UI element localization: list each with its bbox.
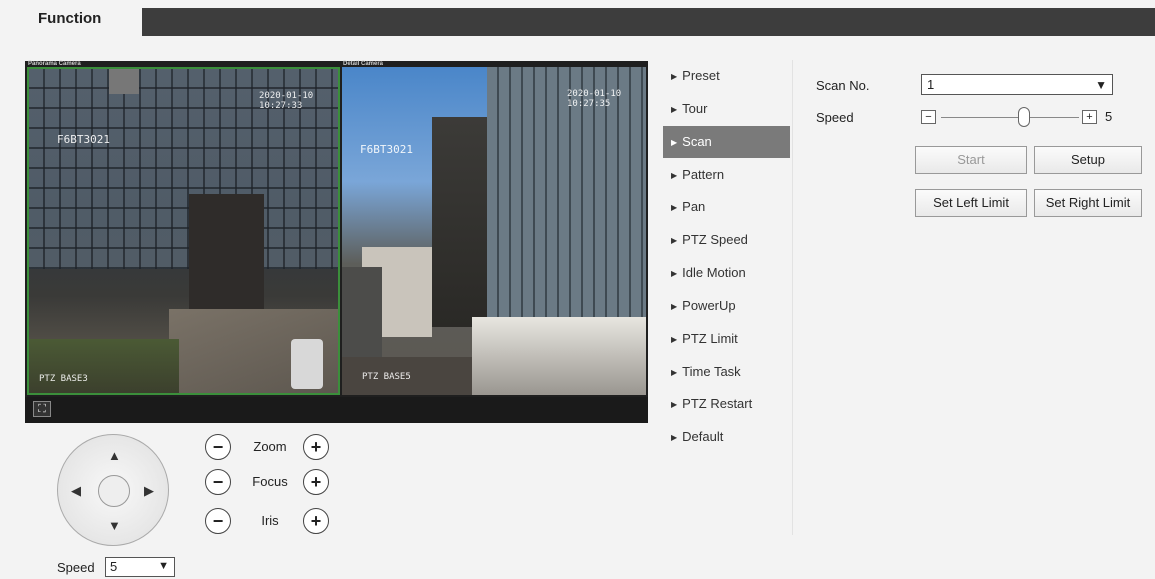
start-button[interactable]: Start: [915, 146, 1027, 174]
speed-increase-button[interactable]: +: [1082, 110, 1097, 124]
scan-no-label: Scan No.: [816, 78, 870, 93]
menu-item-ptz-restart[interactable]: ▶ PTZ Restart: [663, 388, 790, 420]
caret-right-icon: ▶: [671, 170, 678, 180]
ptz-center-button[interactable]: [98, 475, 130, 507]
caret-right-icon: ▶: [671, 367, 678, 377]
focus-label: Focus: [252, 474, 288, 489]
menu-item-default[interactable]: ▶ Default: [663, 421, 790, 453]
chevron-down-icon: ▼: [158, 560, 169, 572]
left-osd-name: F6BT3021: [57, 133, 110, 146]
menu-item-time-task[interactable]: ▶ Time Task: [663, 356, 790, 388]
set-left-limit-button[interactable]: Set Left Limit: [915, 189, 1027, 217]
menu-item-scan[interactable]: ▶ Scan: [663, 125, 790, 158]
ptz-speed-label: Speed: [57, 560, 95, 575]
fullscreen-icon[interactable]: ⛶: [33, 401, 51, 417]
menu-item-label: Idle Motion: [682, 265, 746, 281]
menu-item-label: Pan: [682, 199, 706, 215]
video-viewport: Panorama Camera Detail Camera 2020-01-10…: [25, 61, 648, 423]
caret-right-icon: ▶: [671, 433, 678, 443]
setup-button[interactable]: Setup: [1034, 146, 1142, 174]
menu-item-label: Preset: [682, 68, 720, 83]
chevron-down-icon: ▼: [1095, 78, 1107, 92]
menu-item-pan[interactable]: ▶ Pan: [663, 191, 790, 223]
focus-minus-button[interactable]: −: [205, 469, 231, 495]
right-osd-time: 2020-01-10 10:27:35: [567, 89, 622, 109]
iris-label: Iris: [261, 513, 279, 528]
iris-row: − Iris +: [205, 508, 345, 534]
scan-speed-value: 5: [1105, 109, 1113, 124]
speed-decrease-button[interactable]: −: [921, 110, 936, 124]
menu-item-label: Time Task: [682, 363, 741, 379]
scan-no-select[interactable]: 1 ▼: [921, 74, 1113, 95]
menu-item-idle-motion[interactable]: ▶ Idle Motion: [663, 257, 790, 289]
scan-no-value: 1: [927, 77, 935, 92]
menu-item-label: PTZ Restart: [682, 396, 753, 412]
caret-right-icon: ▶: [671, 203, 678, 213]
right-osd-name: F6BT3021: [360, 143, 413, 156]
ptz-left-icon[interactable]: ◀: [71, 484, 81, 497]
menu-item-ptz-limit[interactable]: ▶ PTZ Limit: [663, 323, 790, 355]
caret-right-icon: ▶: [671, 104, 678, 114]
scan-speed-label: Speed: [816, 110, 854, 125]
header-bar: [20, 8, 1155, 36]
menu-item-label: Pattern: [682, 166, 725, 182]
caret-right-icon: ▶: [671, 400, 678, 410]
caret-right-icon: ▶: [671, 72, 678, 81]
menu-item-label: PTZ Speed: [682, 232, 748, 248]
caret-right-icon: ▶: [671, 301, 678, 311]
menu-item-label: Tour: [682, 100, 708, 116]
caret-right-icon: ▶: [671, 236, 678, 246]
tab-function[interactable]: Function: [20, 6, 142, 36]
menu-item-tour[interactable]: ▶ Tour: [663, 93, 790, 125]
right-osd-bottom: PTZ BASE5: [362, 372, 411, 382]
detail-camera-view[interactable]: 2020-01-10 10:27:35 F6BT3021 PTZ BASE5: [342, 67, 646, 395]
function-menu: ▶ Preset ▶ Tour ▶ Scan ▶ Pattern ▶ Pan ▶ PTZ S…: [663, 60, 790, 454]
menu-item-ptz-speed[interactable]: ▶ PTZ Speed: [663, 224, 790, 256]
caret-right-icon: ▶: [671, 269, 678, 279]
panorama-camera-view[interactable]: 2020-01-10 10:27:33 F6BT3021 PTZ BASE3: [27, 67, 340, 395]
menu-item-label: PTZ Limit: [682, 330, 738, 346]
iris-minus-button[interactable]: −: [205, 508, 231, 534]
menu-item-powerup[interactable]: ▶ PowerUp: [663, 290, 790, 322]
menu-item-pattern[interactable]: ▶ Pattern: [663, 159, 790, 191]
menu-item-label: Scan: [682, 133, 712, 149]
ptz-direction-pad[interactable]: ▲ ▼ ◀ ▶: [57, 434, 169, 546]
panel-divider: [792, 60, 793, 535]
caret-right-icon: ▶: [671, 137, 678, 147]
zoom-out-button[interactable]: −: [205, 434, 231, 460]
zoom-in-button[interactable]: +: [303, 434, 329, 460]
ptz-speed-value: 5: [110, 559, 118, 574]
focus-plus-button[interactable]: +: [303, 469, 329, 495]
zoom-row: − Zoom +: [205, 434, 345, 460]
ptz-down-icon[interactable]: ▼: [108, 519, 121, 532]
menu-item-label: Default: [682, 429, 724, 445]
speed-slider-thumb[interactable]: [1017, 107, 1030, 127]
caret-right-icon: ▶: [671, 334, 678, 344]
set-right-limit-button[interactable]: Set Right Limit: [1034, 189, 1142, 217]
zoom-label: Zoom: [253, 439, 287, 454]
left-osd-bottom: PTZ BASE3: [39, 374, 88, 384]
focus-row: − Focus +: [205, 469, 345, 495]
video-toolbar: ⛶: [25, 397, 648, 423]
speed-slider-track[interactable]: [941, 117, 1079, 118]
iris-plus-button[interactable]: +: [303, 508, 329, 534]
ptz-up-icon[interactable]: ▲: [108, 449, 121, 462]
menu-item-preset[interactable]: ▶ Preset: [663, 60, 790, 92]
ptz-speed-select[interactable]: 5 ▼: [105, 557, 175, 577]
ptz-right-icon[interactable]: ▶: [144, 484, 154, 497]
menu-item-label: PowerUp: [682, 297, 736, 313]
left-osd-time: 2020-01-10 10:27:33: [259, 91, 314, 111]
